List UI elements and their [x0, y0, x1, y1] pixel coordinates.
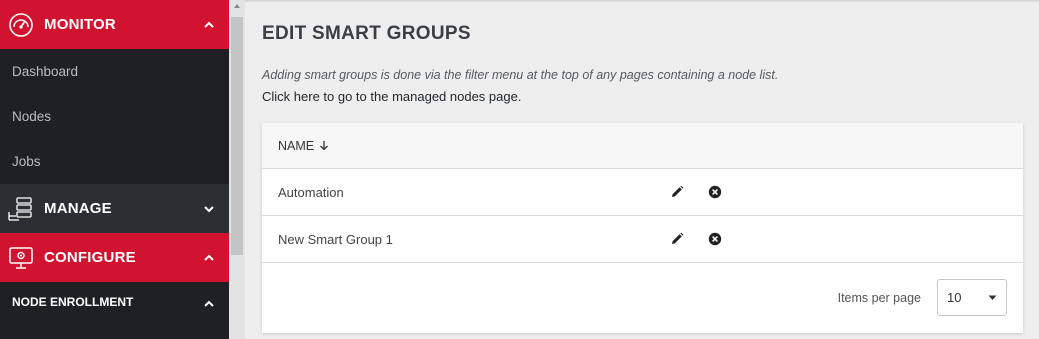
sidebar-section-manage[interactable]: MANAGE [0, 184, 229, 233]
scrollbar-thumb[interactable] [231, 17, 243, 255]
table-row: Automation [262, 169, 1023, 216]
managed-nodes-link[interactable]: Click here to go to the managed nodes pa… [262, 89, 521, 104]
sidebar-item-jobs[interactable]: Jobs [0, 139, 229, 184]
column-header-label: NAME [278, 138, 315, 153]
smart-group-name: New Smart Group 1 [278, 231, 393, 247]
smart-group-name: Automation [278, 184, 344, 200]
hint-text: Adding smart groups is done via the filt… [262, 68, 779, 82]
pagination-controls: Items per page 10 [838, 279, 1007, 316]
sidebar-item-nodes[interactable]: Nodes [0, 94, 229, 139]
sidebar-section-label: MONITOR [44, 16, 116, 33]
items-per-page-select[interactable]: 10 [937, 279, 1007, 316]
chevron-down-icon [204, 205, 214, 212]
scroll-up-arrow-icon[interactable] [233, 2, 241, 10]
pencil-icon[interactable] [670, 185, 684, 199]
sidebar-section-label: MANAGE [44, 200, 112, 217]
items-per-page-value: 10 [947, 290, 962, 305]
chevron-up-icon [204, 254, 214, 261]
pencil-icon[interactable] [670, 232, 684, 246]
gauge-icon [7, 11, 35, 39]
page-title: EDIT SMART GROUPS [262, 23, 471, 44]
caret-down-icon [988, 295, 997, 300]
sidebar-section-configure[interactable]: CONFIGURE [0, 233, 229, 282]
sidebar-scrollbar[interactable] [229, 0, 245, 339]
server-stack-icon [7, 195, 35, 223]
arrow-down-icon [320, 141, 329, 151]
sidebar-item-dashboard[interactable]: Dashboard [0, 49, 229, 94]
monitor-gear-icon [7, 244, 35, 272]
sidebar-section-label: CONFIGURE [44, 249, 136, 266]
sidebar-section-monitor[interactable]: MONITOR [0, 0, 229, 49]
column-header-name[interactable]: NAME [278, 139, 329, 153]
close-circle-icon[interactable] [708, 232, 722, 246]
table-row: New Smart Group 1 [262, 216, 1023, 263]
main-content: EDIT SMART GROUPS Adding smart groups is… [245, 0, 1039, 339]
sidebar-subsection-node-enrollment[interactable]: NODE ENROLLMENT [0, 282, 229, 322]
sidebar: MONITOR Dashboard Nodes Jobs MANAGE CONF… [0, 0, 229, 339]
close-circle-icon[interactable] [708, 185, 722, 199]
items-per-page-label: Items per page [837, 290, 921, 305]
chevron-up-icon [204, 300, 214, 307]
sidebar-subsection-label: NODE ENROLLMENT [12, 295, 134, 309]
smart-groups-table: NAME Automation New Smart Group 1 Items … [262, 123, 1023, 333]
table-header: NAME [262, 123, 1023, 169]
chevron-up-icon [204, 21, 214, 28]
